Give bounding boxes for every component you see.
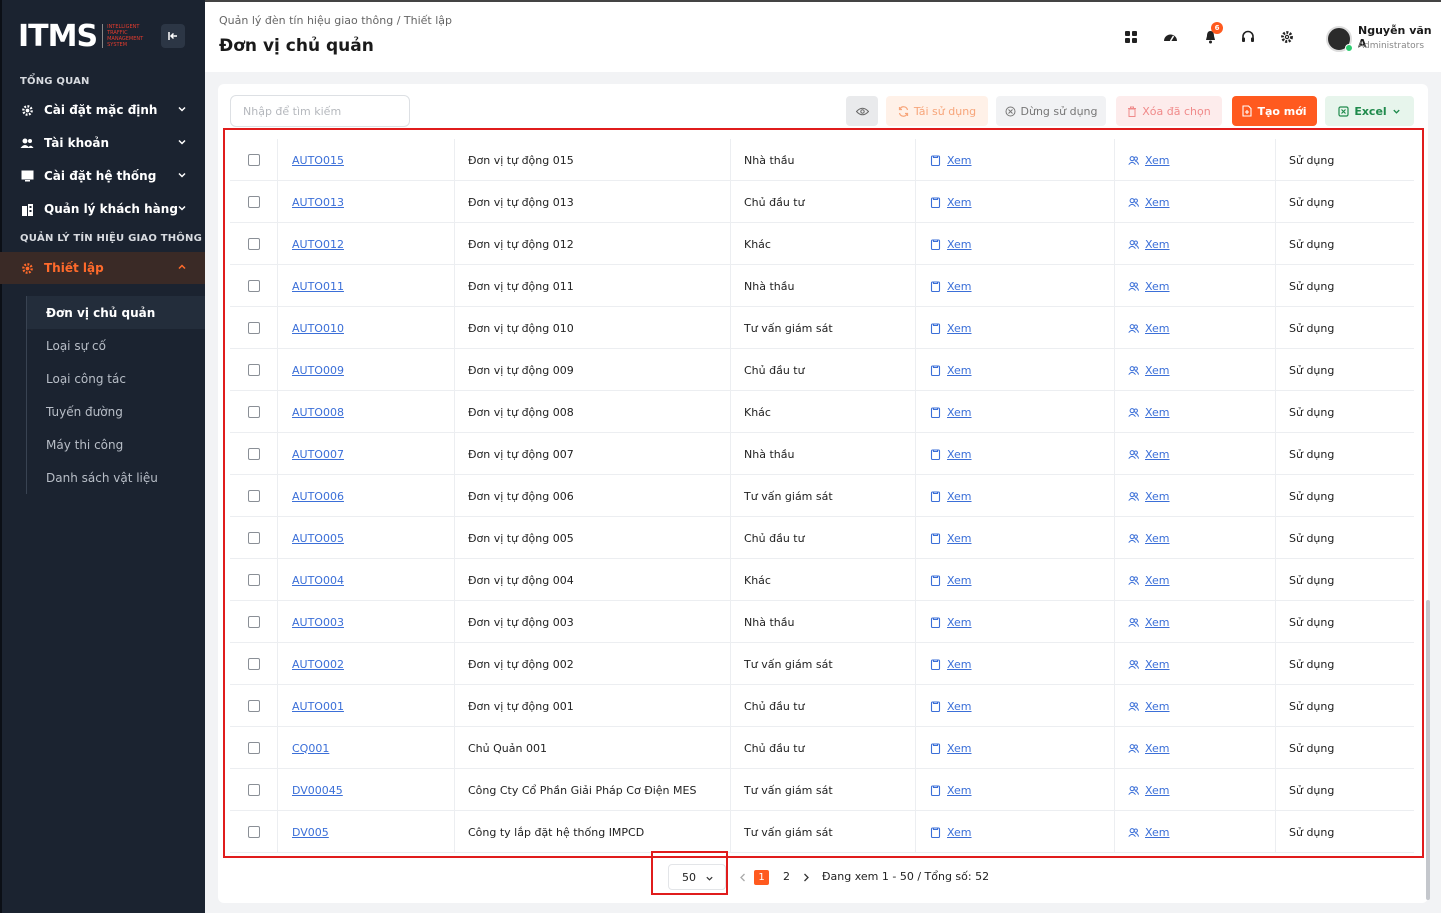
chevron-down-icon bbox=[178, 172, 186, 178]
breadcrumb[interactable]: Quản lý đèn tín hiệu giao thông / Thiết … bbox=[219, 14, 452, 27]
chevron-down-icon bbox=[178, 139, 186, 145]
support-button[interactable] bbox=[1239, 28, 1257, 46]
create-new-button[interactable]: Tạo mới bbox=[1232, 96, 1317, 126]
gear-icon bbox=[1281, 31, 1293, 43]
sidebar-item-label: Tài khoản bbox=[44, 136, 110, 150]
page-2-button[interactable]: 2 bbox=[783, 870, 790, 883]
monitor-icon bbox=[20, 169, 34, 183]
logo-subtitle: INTELLIGENT TRAFFIC MANAGEMENT SYSTEM bbox=[102, 24, 146, 48]
pagination-info: Đang xem 1 - 50 / Tổng số: 52 bbox=[822, 870, 990, 883]
subitem-incident-type[interactable]: Loại sự cố bbox=[27, 329, 205, 362]
collapse-sidebar-button[interactable] bbox=[161, 24, 185, 48]
column-visibility-button[interactable] bbox=[846, 96, 878, 126]
page-title: Đơn vị chủ quản bbox=[219, 36, 374, 56]
sidebar-item-system-settings[interactable]: Cài đặt hệ thống bbox=[0, 162, 205, 190]
subitem-route[interactable]: Tuyến đường bbox=[27, 395, 205, 428]
create-new-button-label: Tạo mới bbox=[1257, 104, 1307, 118]
avatar[interactable] bbox=[1326, 26, 1353, 52]
delete-selected-button-label: Xóa đã chọn bbox=[1142, 104, 1211, 118]
page-1-button[interactable]: 1 bbox=[754, 870, 769, 885]
prev-page-icon[interactable] bbox=[739, 873, 747, 882]
logo-text: ITMS bbox=[18, 18, 98, 54]
chevron-down-icon bbox=[178, 205, 186, 211]
reuse-button-label: Tái sử dụng bbox=[913, 104, 977, 118]
pagination: 50 1 2 Đang xem 1 - 50 / Tổng số: 52 bbox=[218, 862, 1428, 892]
subitem-managing-unit[interactable]: Đơn vị chủ quản bbox=[27, 296, 205, 329]
settings-button[interactable] bbox=[1278, 28, 1296, 46]
sidebar-item-label: Thiết lập bbox=[44, 261, 104, 275]
sidebar-item-customer-management[interactable]: Quản lý khách hàng bbox=[0, 195, 205, 223]
search-input[interactable]: Nhập để tìm kiếm bbox=[230, 95, 410, 127]
online-status-dot bbox=[1345, 44, 1353, 52]
sidebar-item-setup[interactable]: Thiết lập bbox=[0, 252, 205, 284]
sidebar-item-default-settings[interactable]: Cài đặt mặc định bbox=[0, 96, 205, 124]
top-header: Quản lý đèn tín hiệu giao thông / Thiết … bbox=[205, 0, 1441, 72]
notifications-button[interactable]: 6 bbox=[1201, 22, 1223, 46]
chevron-up-icon bbox=[178, 264, 186, 270]
sidebar-item-accounts[interactable]: Tài khoản bbox=[0, 129, 205, 157]
collapse-icon bbox=[168, 32, 177, 40]
file-plus-icon bbox=[1242, 105, 1252, 117]
stop-circle-icon bbox=[1005, 106, 1015, 116]
building-icon bbox=[20, 202, 34, 216]
page-size-highlight-box bbox=[651, 851, 728, 895]
stop-using-button[interactable]: Dừng sử dụng bbox=[996, 96, 1106, 126]
eye-icon bbox=[855, 107, 869, 115]
section-title-overview: TỔNG QUAN bbox=[20, 76, 90, 87]
sidebar: ITMS INTELLIGENT TRAFFIC MANAGEMENT SYST… bbox=[0, 0, 205, 913]
sidebar-item-label: Cài đặt hệ thống bbox=[44, 169, 157, 183]
headset-icon bbox=[1242, 30, 1254, 42]
reuse-button[interactable]: Tái sử dụng bbox=[886, 96, 988, 126]
subitem-work-type[interactable]: Loại công tác bbox=[27, 362, 205, 395]
apps-grid-button[interactable] bbox=[1122, 28, 1140, 46]
notification-count-badge: 6 bbox=[1211, 22, 1223, 34]
page-scrollbar[interactable] bbox=[1426, 600, 1430, 900]
refresh-icon bbox=[898, 105, 908, 117]
excel-button-label: Excel bbox=[1354, 104, 1387, 118]
user-role: Administrators bbox=[1358, 41, 1425, 51]
sidebar-item-label: Cài đặt mặc định bbox=[44, 103, 158, 117]
stop-using-button-label: Dừng sử dụng bbox=[1020, 104, 1098, 118]
spreadsheet-icon bbox=[1338, 105, 1349, 117]
dashboard-button[interactable] bbox=[1161, 28, 1179, 46]
users-icon bbox=[20, 136, 34, 150]
section-title-traffic-signal: QUẢN LÝ TÍN HIỆU GIAO THÔNG bbox=[20, 233, 202, 244]
chevron-down-icon bbox=[1393, 109, 1400, 114]
app-logo[interactable]: ITMS INTELLIGENT TRAFFIC MANAGEMENT SYST… bbox=[18, 16, 146, 56]
subitem-material-list[interactable]: Danh sách vật liệu bbox=[27, 461, 205, 494]
sidebar-item-label: Quản lý khách hàng bbox=[44, 202, 178, 216]
next-page-icon[interactable] bbox=[802, 873, 810, 882]
speedometer-icon bbox=[1163, 34, 1177, 42]
gear-icon bbox=[20, 103, 34, 117]
gear-icon bbox=[20, 261, 34, 275]
table-highlight-box bbox=[223, 128, 1424, 858]
trash-icon bbox=[1128, 106, 1137, 117]
delete-selected-button[interactable]: Xóa đã chọn bbox=[1116, 96, 1222, 126]
grid-icon bbox=[1125, 31, 1137, 43]
subitem-machinery[interactable]: Máy thi công bbox=[27, 428, 205, 461]
chevron-down-icon bbox=[178, 106, 186, 112]
excel-export-button[interactable]: Excel bbox=[1325, 96, 1414, 126]
